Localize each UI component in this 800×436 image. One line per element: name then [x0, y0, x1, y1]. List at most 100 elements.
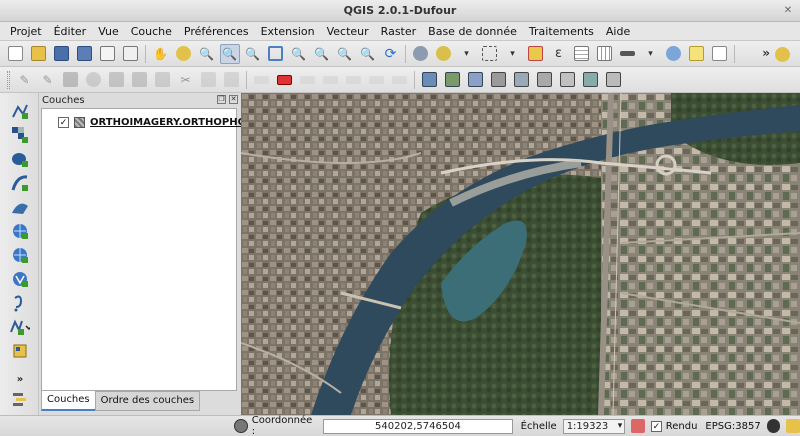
add-mssql-layer-icon[interactable]: [10, 197, 30, 217]
menu-vue[interactable]: Vue: [92, 22, 125, 40]
new-shapefile-icon[interactable]: [604, 70, 624, 90]
zoom-in-icon[interactable]: 🔍: [197, 44, 217, 64]
cut-features-icon[interactable]: ✂: [176, 70, 196, 90]
composer-manager-icon[interactable]: [121, 44, 141, 64]
refresh-icon[interactable]: ⟳: [381, 44, 401, 64]
add-gps-layer-icon[interactable]: [10, 341, 30, 361]
wms-layer-icon[interactable]: [420, 70, 440, 90]
menu-raster[interactable]: Raster: [375, 22, 422, 40]
map-canvas[interactable]: [241, 93, 800, 415]
current-edits-icon[interactable]: ✎: [15, 70, 35, 90]
save-edits-icon[interactable]: [61, 70, 81, 90]
move-feature-icon[interactable]: [107, 70, 127, 90]
new-shapefile-layer-icon[interactable]: [10, 317, 30, 337]
crs-status[interactable]: EPSG:3857: [705, 421, 760, 432]
oracle-layer-icon[interactable]: [535, 70, 555, 90]
wfs-layer-icon[interactable]: [466, 70, 486, 90]
zoom-out-icon[interactable]: 🔍: [219, 43, 240, 64]
node-tool-icon[interactable]: [130, 70, 150, 90]
delete-selected-icon[interactable]: [153, 70, 173, 90]
map-image[interactable]: [241, 93, 800, 415]
pin-labels-icon[interactable]: [298, 70, 318, 90]
add-wcs-layer-icon[interactable]: [10, 245, 30, 265]
add-delimited-text-icon[interactable]: [10, 293, 30, 313]
spatialite-layer-icon[interactable]: [489, 70, 509, 90]
print-composer-icon[interactable]: [98, 44, 118, 64]
menu-couche[interactable]: Couche: [125, 22, 178, 40]
coordinate-field[interactable]: 540202,5746504: [323, 418, 513, 434]
select-features-icon[interactable]: [434, 44, 454, 64]
save-project-icon[interactable]: [52, 44, 72, 64]
close-panel-icon[interactable]: ✕: [229, 95, 238, 104]
move-label-icon[interactable]: [344, 70, 364, 90]
zoom-actual-size-icon[interactable]: 🔍: [243, 44, 263, 64]
measure-dropdown-icon[interactable]: ▾: [641, 44, 661, 64]
scale-select[interactable]: 1:19323: [562, 418, 626, 434]
field-calculator-icon[interactable]: ε: [549, 44, 569, 64]
zoom-to-layer-icon[interactable]: 🔍: [312, 44, 332, 64]
mssql-layer-icon[interactable]: [512, 70, 532, 90]
zoom-next-icon[interactable]: 🔍: [358, 44, 378, 64]
add-virtual-layer-icon[interactable]: [10, 389, 30, 409]
deselect-icon[interactable]: [526, 44, 546, 64]
menu-extension[interactable]: Extension: [255, 22, 321, 40]
layer-visibility-checkbox[interactable]: ✓: [58, 116, 69, 128]
wcs-layer-icon[interactable]: [443, 70, 463, 90]
coordinate-toggle-icon[interactable]: [234, 419, 248, 433]
tab-ordre-des-couches[interactable]: Ordre des couches: [94, 391, 201, 411]
menu-traitements[interactable]: Traitements: [523, 22, 600, 40]
more-tools-icon[interactable]: »: [10, 369, 30, 389]
stop-render-icon[interactable]: [631, 419, 645, 433]
select-rectangle-icon[interactable]: [480, 44, 500, 64]
new-project-icon[interactable]: [6, 44, 26, 64]
zoom-last-icon[interactable]: 🔍: [335, 44, 355, 64]
open-project-icon[interactable]: [29, 44, 49, 64]
statistics-icon[interactable]: [595, 44, 615, 64]
bookmark-icon[interactable]: [687, 44, 707, 64]
close-icon[interactable]: ✕: [782, 5, 794, 17]
copy-features-icon[interactable]: [199, 70, 219, 90]
add-postgis-layer-icon[interactable]: [10, 149, 30, 169]
select-dropdown2-icon[interactable]: ▾: [503, 44, 523, 64]
toggle-editing-icon[interactable]: ✎: [38, 70, 58, 90]
gps-layer-icon[interactable]: [581, 70, 601, 90]
change-label-icon[interactable]: [390, 70, 410, 90]
crs-icon[interactable]: [766, 419, 781, 433]
layer-item[interactable]: ✓ ORTHOIMAGERY.ORTHOPHO...: [58, 115, 257, 129]
attribute-table-icon[interactable]: [572, 44, 592, 64]
label-settings-icon[interactable]: [275, 70, 295, 90]
help-icon[interactable]: [773, 44, 793, 64]
add-vector-layer-icon[interactable]: [10, 101, 30, 121]
menu-projet[interactable]: Projet: [4, 22, 48, 40]
save-as-icon[interactable]: [75, 44, 95, 64]
pan-to-selection-icon[interactable]: [174, 44, 194, 64]
menu-editer[interactable]: Éditer: [48, 22, 93, 40]
select-dropdown-icon[interactable]: ▾: [457, 44, 477, 64]
zoom-full-icon[interactable]: [266, 44, 286, 64]
menu-preferences[interactable]: Préférences: [178, 22, 255, 40]
delimited-text-icon[interactable]: [558, 70, 578, 90]
layer-name[interactable]: ORTHOIMAGERY.ORTHOPHO...: [90, 117, 257, 128]
render-checkbox[interactable]: ✓: [650, 420, 662, 432]
menu-vecteur[interactable]: Vecteur: [321, 22, 375, 40]
paste-features-icon[interactable]: [222, 70, 242, 90]
add-raster-layer-icon[interactable]: [10, 125, 30, 145]
annotation-icon[interactable]: [710, 44, 730, 64]
rotate-label-icon[interactable]: [367, 70, 387, 90]
identify-icon[interactable]: [411, 44, 431, 64]
menu-base-de-donnee[interactable]: Base de donnée: [422, 22, 523, 40]
show-hide-labels-icon[interactable]: [321, 70, 341, 90]
add-spatialite-layer-icon[interactable]: [10, 173, 30, 193]
add-feature-icon[interactable]: [84, 70, 104, 90]
toolbar-grip[interactable]: [7, 70, 10, 89]
pan-hand-icon[interactable]: ✋: [151, 44, 171, 64]
label-icon[interactable]: [252, 70, 272, 90]
zoom-to-selection-icon[interactable]: 🔍: [289, 44, 309, 64]
menu-aide[interactable]: Aide: [600, 22, 636, 40]
add-wms-layer-icon[interactable]: [10, 221, 30, 241]
float-panel-icon[interactable]: ❐: [217, 95, 226, 104]
tab-couches[interactable]: Couches: [41, 391, 96, 411]
map-tips-icon[interactable]: [664, 44, 684, 64]
measure-icon[interactable]: [618, 44, 638, 64]
toolbar-overflow-button[interactable]: »: [762, 46, 770, 60]
